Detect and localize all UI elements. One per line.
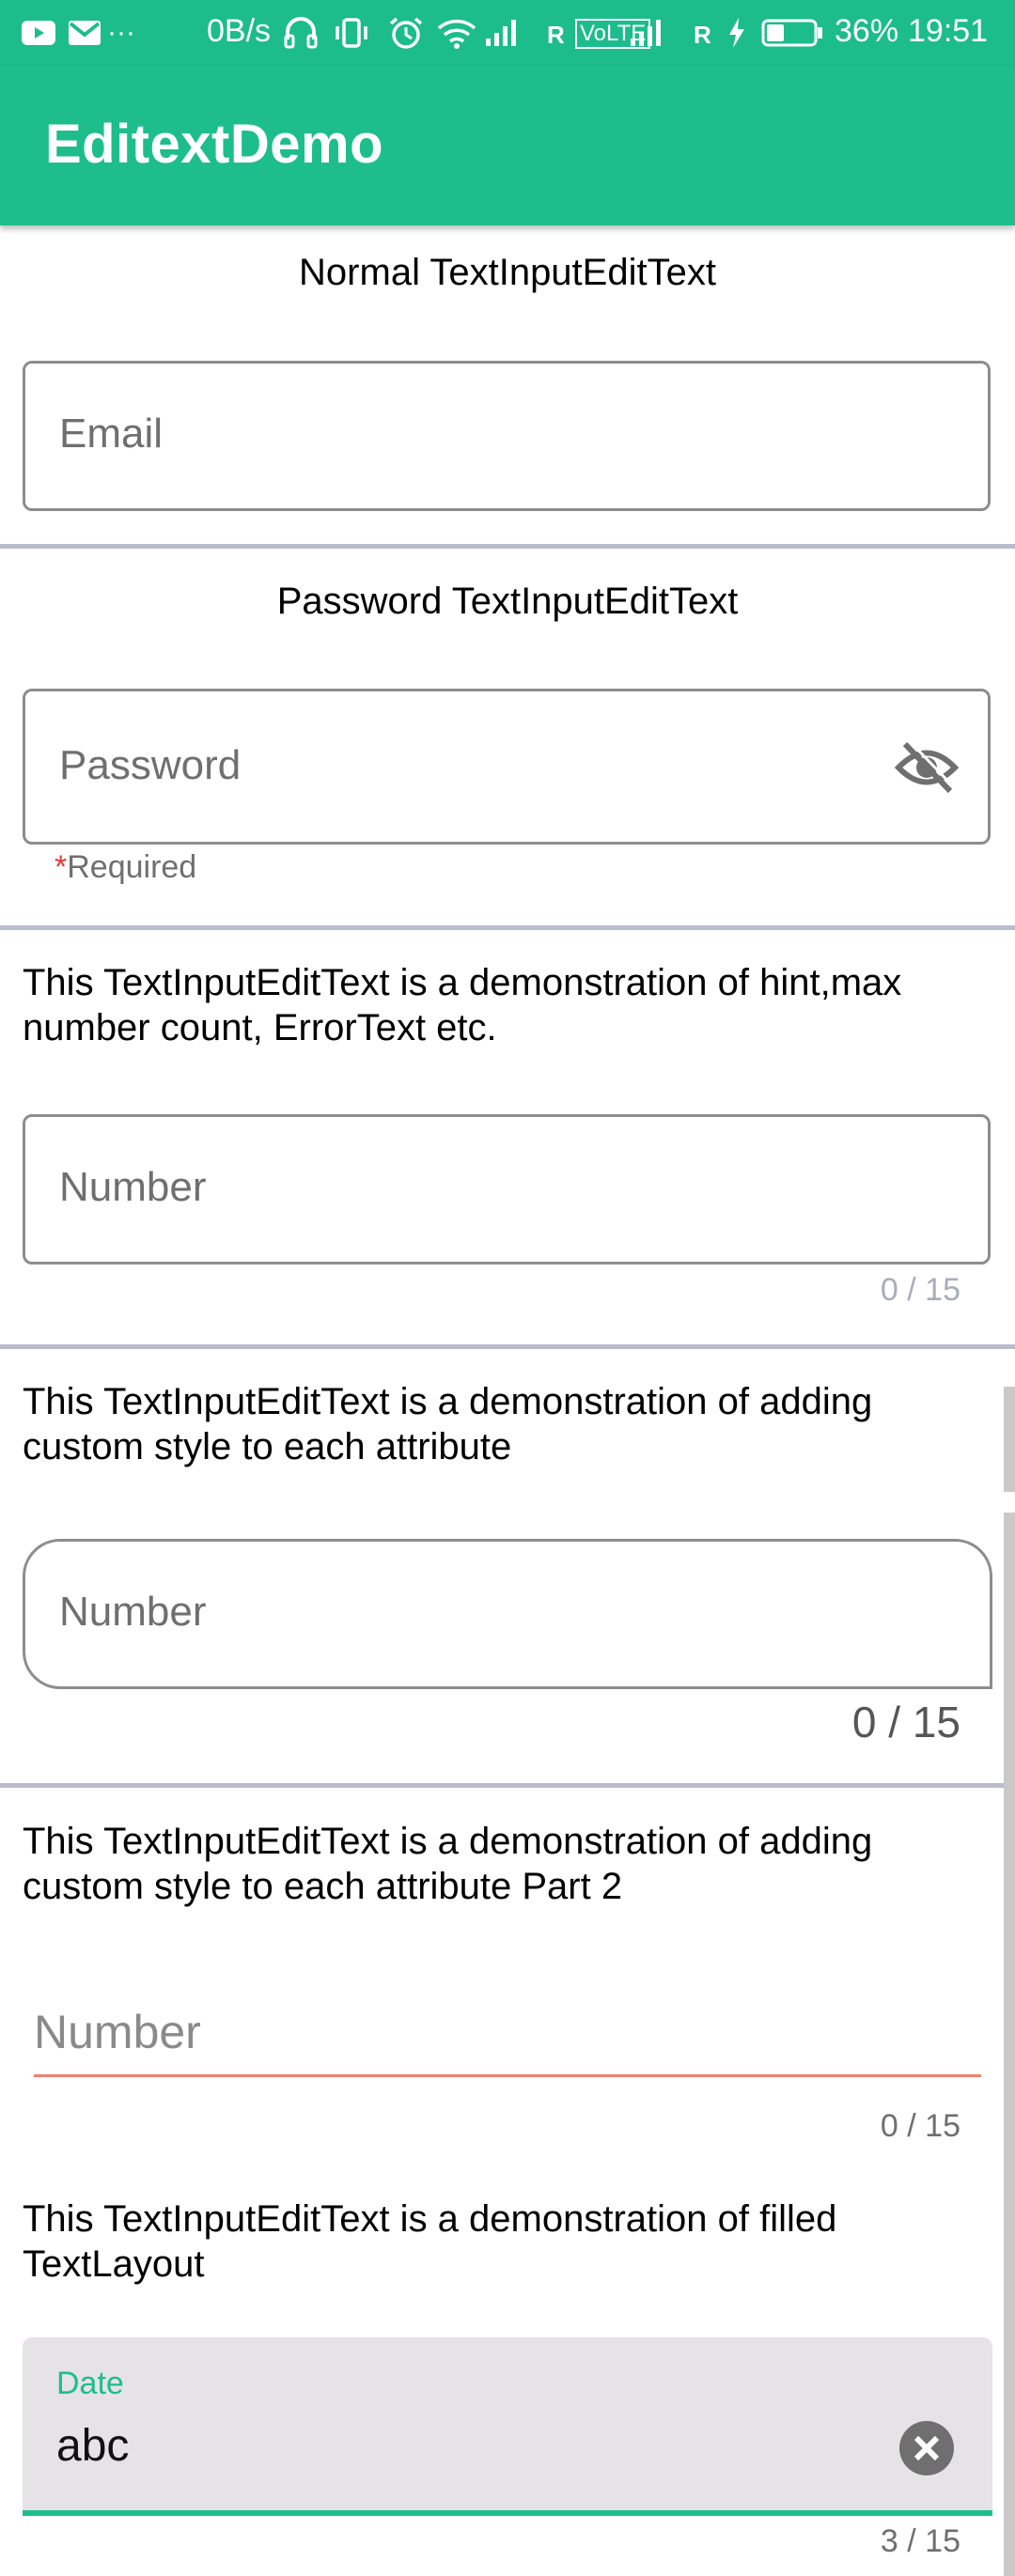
divider: [0, 544, 1015, 549]
section-title: Password TextInputEditText: [276, 581, 739, 622]
roaming-indicator: R: [547, 21, 565, 49]
divider: [0, 1783, 1015, 1788]
section-description: This TextInputEditText is a demonstratio…: [23, 2198, 837, 2285]
scrollbar-thumb[interactable]: [1004, 1513, 1015, 2576]
status-bar: ··· 0B/s R VoLTE R 36% 19:51: [0, 0, 1015, 66]
gmail-icon: [68, 15, 102, 51]
section-description: This TextInputEditText is a demonstratio…: [23, 1381, 873, 1467]
underlined-number-field[interactable]: Number: [34, 1992, 981, 2078]
app-title: EditextDemo: [45, 114, 384, 175]
section-description: This TextInputEditText is a demonstratio…: [23, 1821, 873, 1907]
section-description: This TextInputEditText is a demonstratio…: [23, 962, 902, 1048]
section-title: Normal TextInputEditText: [299, 252, 716, 293]
vibrate-icon: [331, 15, 372, 51]
clock: 19:51: [908, 13, 989, 49]
divider: [0, 925, 1015, 930]
app-bar: EditextDemo: [0, 66, 1015, 225]
char-counter: 0 / 15: [851, 1698, 960, 1746]
divider: [0, 1344, 1015, 1349]
password-field[interactable]: Password: [23, 689, 991, 845]
signal-icon: [483, 15, 521, 51]
date-filled-field[interactable]: Date abc: [23, 2337, 992, 2516]
required-star: *: [55, 849, 68, 885]
signal-icon: [628, 15, 665, 51]
scrollbar-track[interactable]: [1004, 1387, 1015, 1492]
visibility-off-icon[interactable]: [894, 738, 960, 797]
error-underline: [34, 2074, 981, 2077]
battery-icon: [759, 15, 825, 51]
more-dots-icon: ···: [107, 17, 135, 48]
required-text: Required: [67, 849, 197, 885]
password-hint: Password: [59, 742, 242, 788]
char-counter: 3 / 15: [880, 2523, 960, 2559]
youtube-icon: [21, 15, 56, 51]
charging-icon: [726, 15, 748, 51]
clear-icon[interactable]: [898, 2420, 955, 2476]
custom-number-field[interactable]: Number: [23, 1539, 992, 1689]
email-field[interactable]: Email: [23, 361, 991, 511]
number-field[interactable]: Number: [23, 1114, 991, 1265]
roaming-indicator: R: [694, 21, 711, 49]
battery-percent: 36%: [835, 13, 899, 49]
focus-underline: [23, 2510, 992, 2516]
alarm-icon: [385, 15, 427, 51]
network-speed: 0B/s: [207, 13, 272, 49]
wifi-icon: [436, 15, 477, 51]
number-hint: Number: [59, 1589, 207, 1635]
date-label: Date: [56, 2366, 124, 2401]
email-hint: Email: [59, 411, 164, 457]
password-helper: *Required: [55, 849, 196, 886]
number-hint: Number: [34, 2006, 201, 2058]
headphones-icon: [282, 15, 320, 51]
date-value[interactable]: abc: [56, 2420, 129, 2472]
number-hint: Number: [59, 1164, 207, 1210]
char-counter: 0 / 15: [880, 2108, 960, 2144]
char-counter: 0 / 15: [880, 1272, 960, 1308]
